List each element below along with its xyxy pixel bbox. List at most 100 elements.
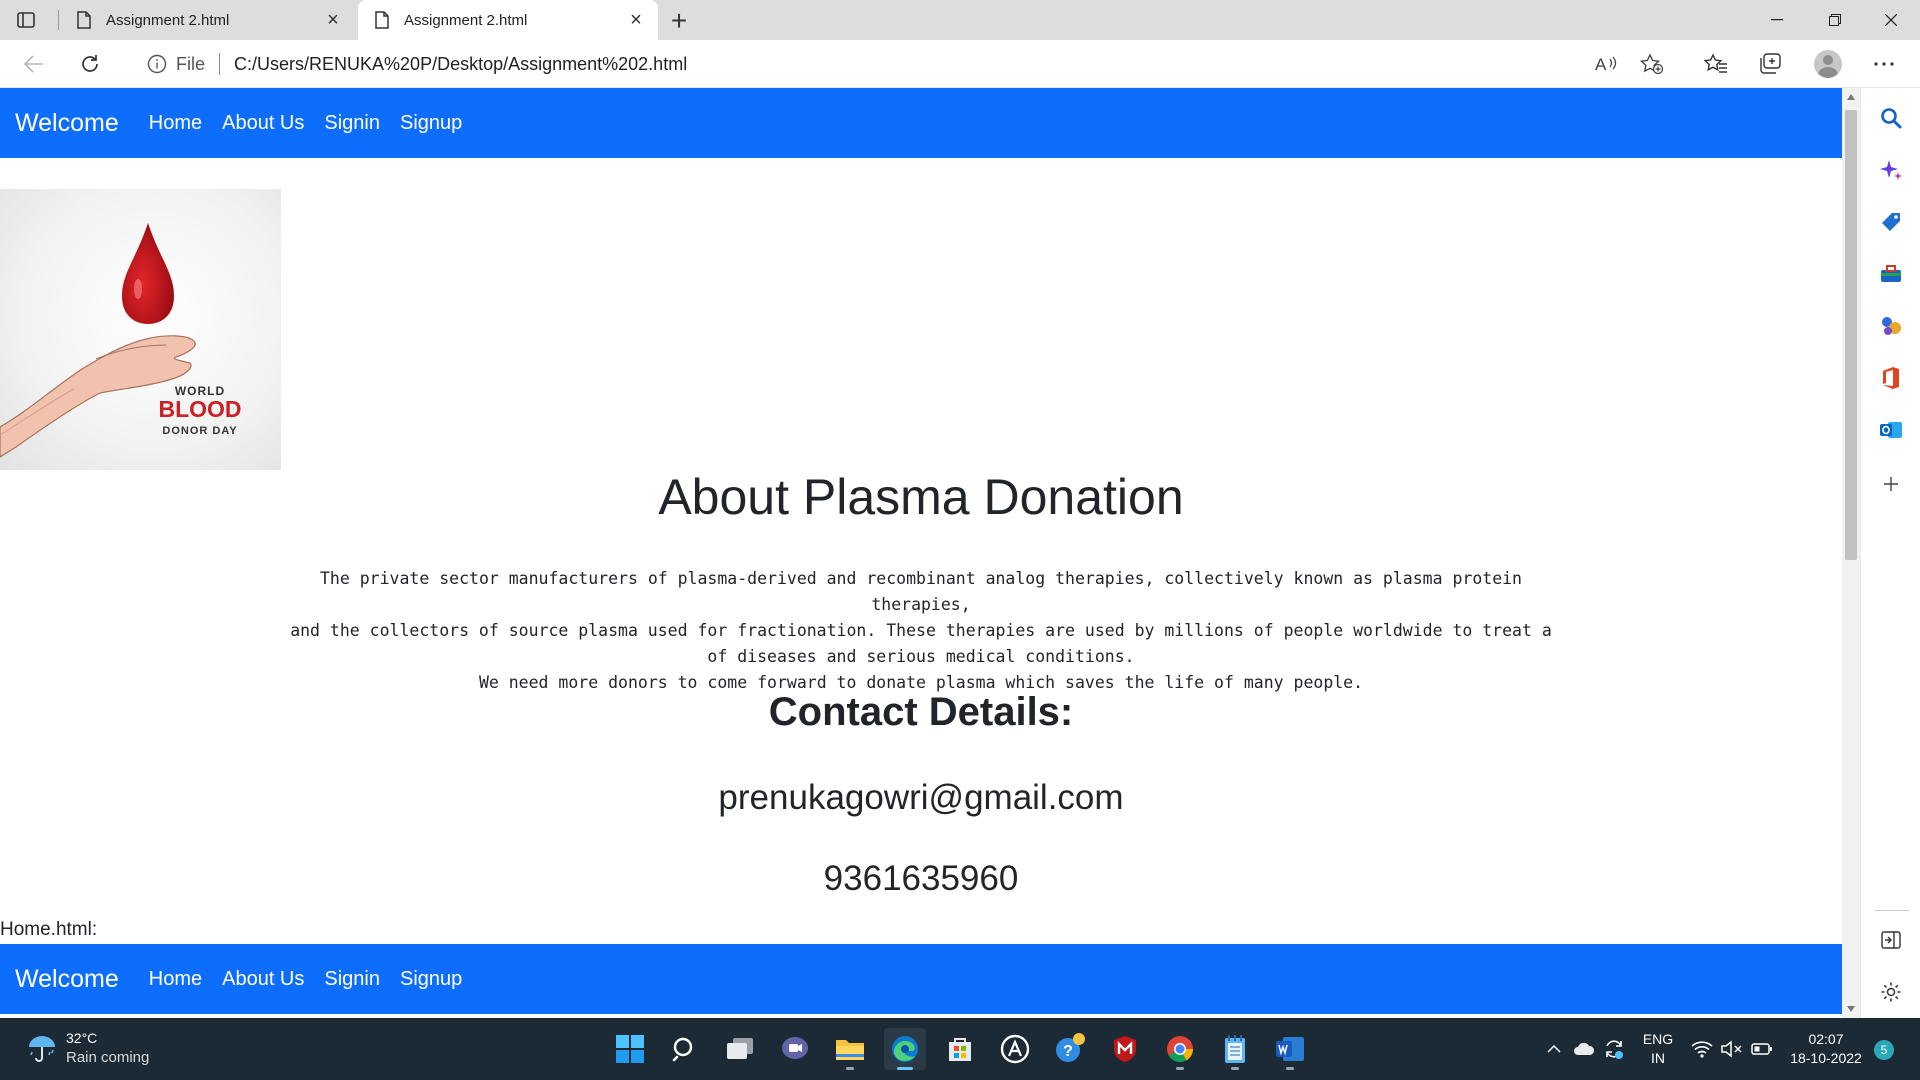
active-indicator bbox=[897, 1067, 913, 1070]
windows-taskbar: 32°C Rain coming ? ENG IN 02:07 18-10-20… bbox=[0, 1018, 1920, 1080]
svg-text:?: ? bbox=[1063, 1043, 1073, 1060]
about-paragraph: The private sector manufacturers of plas… bbox=[270, 566, 1572, 696]
edge-browser-icon[interactable] bbox=[884, 1028, 926, 1070]
site-navbar-second: Welcome Home About Us Signin Signup bbox=[0, 944, 1842, 1014]
minimize-window-icon[interactable] bbox=[1748, 0, 1806, 40]
show-hidden-icons-chevron-up-icon[interactable] bbox=[1540, 1018, 1568, 1080]
about-heading: About Plasma Donation bbox=[658, 469, 1184, 525]
scroll-down-arrow-icon[interactable] bbox=[1842, 1000, 1860, 1018]
weather-description: Rain coming bbox=[66, 1049, 150, 1066]
sparkle-icon[interactable] bbox=[1875, 154, 1907, 186]
umbrella-rain-icon bbox=[24, 1030, 60, 1066]
shopping-tag-icon[interactable] bbox=[1875, 206, 1907, 238]
hero-text-donor-day: DONOR DAY bbox=[162, 425, 237, 437]
browser-toolbar: File C:/Users/RENUKA%20P/Desktop/Assignm… bbox=[0, 40, 1920, 88]
back-arrow-icon[interactable] bbox=[20, 50, 48, 78]
browser-tab-active[interactable]: Assignment 2.html × bbox=[358, 0, 658, 40]
navbar-brand[interactable]: Welcome bbox=[15, 965, 119, 994]
wifi-icon[interactable] bbox=[1688, 1018, 1716, 1080]
new-tab-button[interactable]: + bbox=[664, 5, 694, 36]
onedrive-cloud-icon[interactable] bbox=[1570, 1018, 1598, 1080]
navbar-brand[interactable]: Welcome bbox=[15, 109, 119, 138]
scroll-up-arrow-icon[interactable] bbox=[1842, 88, 1860, 106]
more-options-icon[interactable] bbox=[1868, 48, 1900, 80]
system-clock[interactable]: 02:07 18-10-2022 bbox=[1784, 1018, 1868, 1080]
help-tips-icon[interactable]: ? bbox=[1049, 1028, 1091, 1070]
teams-chat-icon[interactable] bbox=[774, 1028, 816, 1070]
nav-link-about-us[interactable]: About Us bbox=[222, 968, 304, 991]
outlook-icon[interactable] bbox=[1875, 414, 1907, 446]
chrome-browser-icon[interactable] bbox=[1159, 1028, 1201, 1070]
games-icon[interactable] bbox=[1875, 310, 1907, 342]
notification-count-badge[interactable]: 5 bbox=[1874, 1040, 1894, 1060]
tools-briefcase-icon[interactable] bbox=[1875, 258, 1907, 290]
word-icon[interactable] bbox=[1269, 1028, 1311, 1070]
mcafee-shield-icon[interactable] bbox=[1104, 1028, 1146, 1070]
add-favorite-icon[interactable] bbox=[1638, 50, 1666, 78]
search-icon[interactable] bbox=[1875, 102, 1907, 134]
address-bar[interactable]: File C:/Users/RENUKA%20P/Desktop/Assignm… bbox=[124, 45, 1651, 83]
nav-link-signin[interactable]: Signin bbox=[324, 968, 380, 991]
file-name-label: Home.html: bbox=[0, 919, 98, 940]
close-window-icon[interactable] bbox=[1862, 0, 1920, 40]
nav-link-signin[interactable]: Signin bbox=[324, 112, 380, 135]
add-sidebar-app-icon[interactable] bbox=[1875, 468, 1907, 500]
sync-icon[interactable] bbox=[1600, 1018, 1628, 1080]
hero-text-blood: BLOOD bbox=[158, 396, 241, 422]
app-circle-icon[interactable] bbox=[994, 1028, 1036, 1070]
page-scrollbar[interactable] bbox=[1842, 88, 1860, 1018]
page-viewport: Welcome Home About Us Signin Signup WORL… bbox=[0, 88, 1842, 1018]
close-tab-icon[interactable]: × bbox=[622, 6, 650, 34]
nav-link-signup[interactable]: Signup bbox=[400, 968, 462, 991]
collections-icon[interactable] bbox=[1754, 48, 1786, 80]
task-view-icon[interactable] bbox=[719, 1028, 761, 1070]
tab-title: Assignment 2.html bbox=[106, 11, 230, 29]
volume-muted-icon[interactable] bbox=[1718, 1018, 1746, 1080]
nav-link-about-us[interactable]: About Us bbox=[222, 112, 304, 135]
file-page-icon bbox=[74, 10, 94, 30]
clock-date: 18-10-2022 bbox=[1790, 1050, 1862, 1066]
blood-donor-day-image: WORLD BLOOD DONOR DAY bbox=[0, 189, 281, 470]
restore-window-icon[interactable] bbox=[1806, 0, 1864, 40]
settings-gear-icon[interactable] bbox=[1875, 976, 1907, 1008]
favorites-icon[interactable] bbox=[1700, 48, 1732, 80]
notepad-icon[interactable] bbox=[1214, 1028, 1256, 1070]
weather-temperature: 32°C bbox=[66, 1030, 98, 1046]
clock-time: 02:07 bbox=[1808, 1031, 1844, 1047]
search-icon[interactable] bbox=[664, 1028, 706, 1070]
battery-icon[interactable] bbox=[1748, 1018, 1776, 1080]
office-icon[interactable] bbox=[1875, 362, 1907, 394]
running-indicator bbox=[1286, 1067, 1294, 1070]
browser-tab-bar: Assignment 2.html × Assignment 2.html × … bbox=[0, 0, 1920, 40]
tab-separator bbox=[58, 10, 59, 30]
address-scheme-label: File bbox=[176, 53, 206, 74]
microsoft-store-icon[interactable] bbox=[939, 1028, 981, 1070]
reload-icon[interactable] bbox=[76, 50, 104, 78]
svg-text:A: A bbox=[1595, 55, 1607, 74]
address-url[interactable]: C:/Users/RENUKA%20P/Desktop/Assignment%2… bbox=[234, 54, 687, 75]
nav-link-signup[interactable]: Signup bbox=[400, 112, 462, 135]
info-icon[interactable] bbox=[146, 53, 168, 75]
hide-sidebar-icon[interactable] bbox=[1875, 924, 1907, 956]
address-separator bbox=[219, 53, 221, 75]
running-indicator bbox=[846, 1067, 854, 1070]
browser-tab[interactable]: Assignment 2.html × bbox=[60, 0, 355, 40]
running-indicator bbox=[1231, 1067, 1239, 1070]
running-indicator bbox=[1176, 1067, 1184, 1070]
contact-email: prenukagowri@gmail.com bbox=[718, 778, 1124, 817]
blood-drop-hand-illustration: WORLD BLOOD DONOR DAY bbox=[0, 223, 242, 458]
weather-widget[interactable]: 32°C Rain coming bbox=[24, 1028, 149, 1068]
edge-sidebar bbox=[1860, 88, 1920, 1018]
tab-actions-icon[interactable] bbox=[14, 8, 38, 32]
profile-avatar[interactable] bbox=[1812, 48, 1844, 80]
nav-link-home[interactable]: Home bbox=[149, 112, 202, 135]
file-explorer-icon[interactable] bbox=[829, 1028, 871, 1070]
scrollbar-thumb[interactable] bbox=[1845, 110, 1857, 560]
start-windows-icon[interactable] bbox=[609, 1028, 651, 1070]
language-indicator[interactable]: ENG IN bbox=[1640, 1018, 1676, 1080]
file-page-icon bbox=[372, 10, 392, 30]
read-aloud-icon[interactable]: A bbox=[1592, 50, 1620, 78]
nav-link-home[interactable]: Home bbox=[149, 968, 202, 991]
contact-heading: Contact Details: bbox=[768, 690, 1074, 734]
close-tab-icon[interactable]: × bbox=[319, 6, 347, 34]
